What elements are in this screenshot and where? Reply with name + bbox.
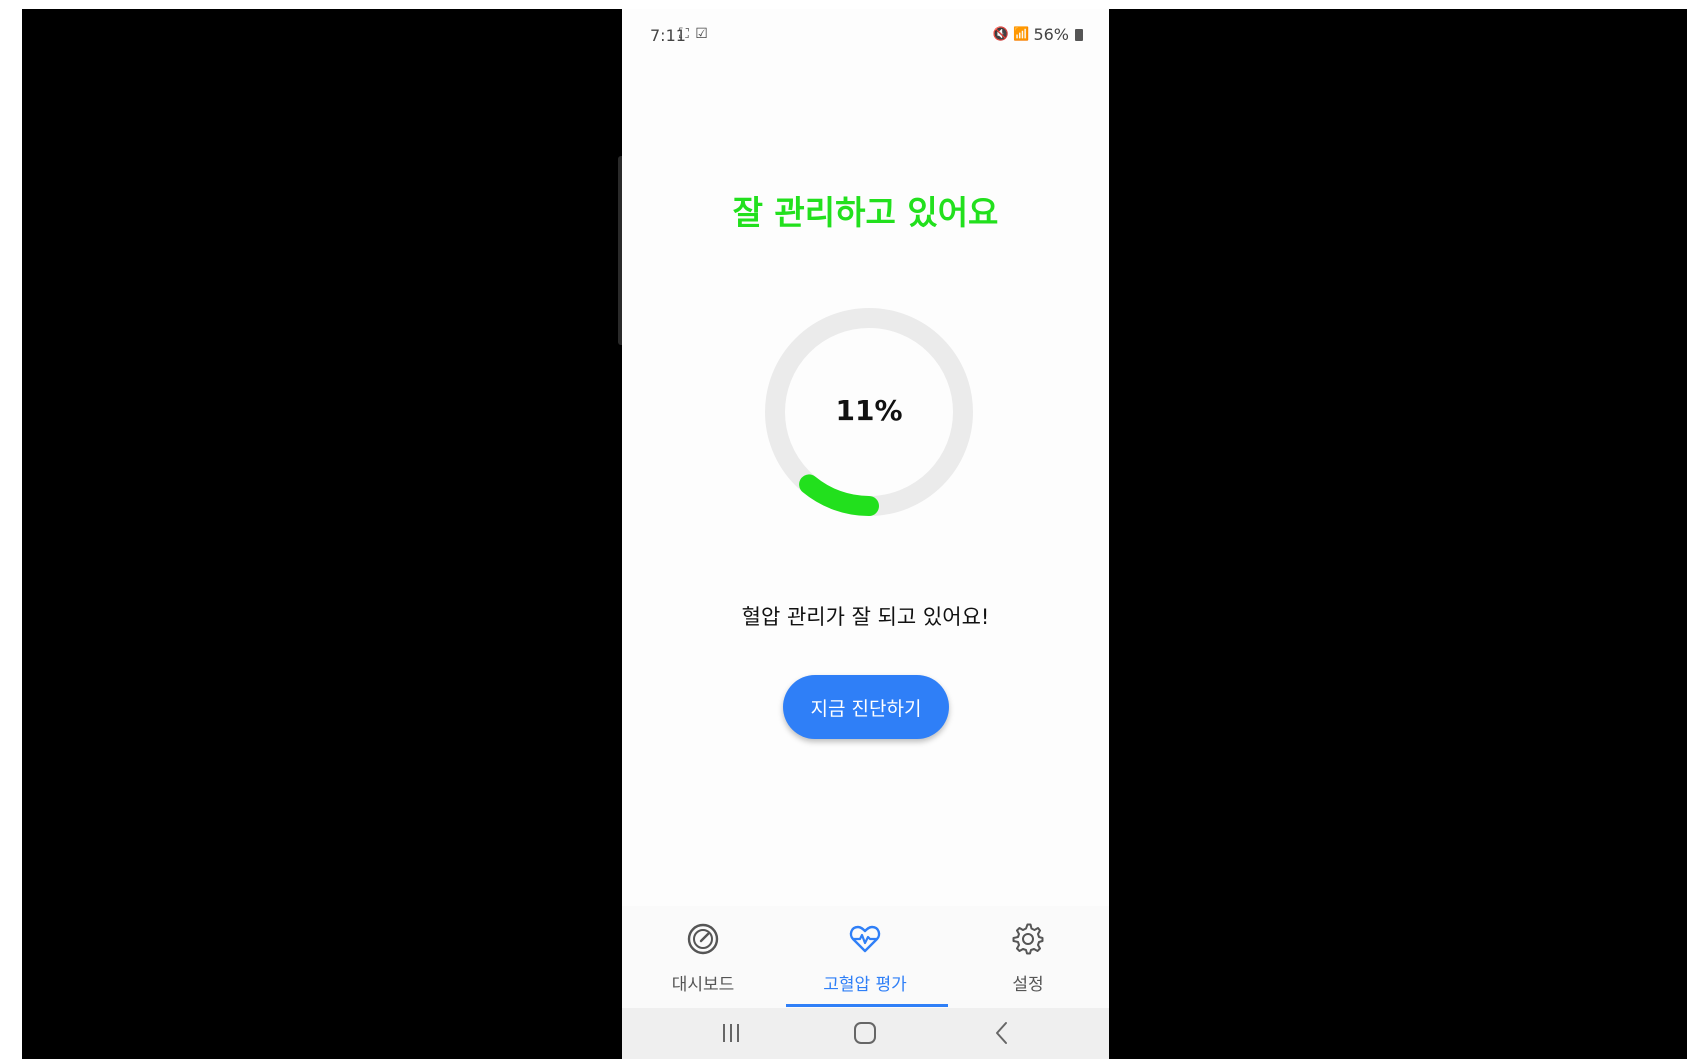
- phone-screen: 7:11 ⛶ ☑ 🔇 📶 56% 잘 관리하고 있어요 11% 혈압 관리가 잘…: [622, 9, 1109, 1059]
- nav-label-assessment: 고혈압 평가: [823, 975, 907, 995]
- signal-icons: 🔇 📶: [992, 27, 1030, 42]
- nav-tab-dashboard[interactable]: 대시보드: [622, 906, 784, 1008]
- system-navigation-bar: [622, 1008, 1109, 1059]
- gear-icon: [1012, 923, 1044, 955]
- battery-icon: [1075, 28, 1083, 41]
- notification-icons: ⛶ ☑: [679, 26, 709, 42]
- gauge-percent: 11%: [835, 394, 903, 427]
- active-tab-indicator: [786, 1004, 948, 1007]
- nav-label-dashboard: 대시보드: [671, 975, 735, 995]
- recents-icon[interactable]: [718, 1020, 744, 1046]
- nav-tab-hypertension-assessment[interactable]: 고혈압 평가: [784, 906, 946, 1008]
- gauge-icon: [687, 923, 719, 955]
- diagnose-now-button[interactable]: 지금 진단하기: [783, 675, 949, 739]
- bottom-navigation: 대시보드 고혈압 평가 설정: [622, 906, 1109, 1008]
- status-message: 혈압 관리가 잘 되고 있어요!: [741, 605, 990, 629]
- heart-pulse-icon: [849, 925, 881, 953]
- gauge-progress-arc: [799, 474, 879, 516]
- status-bar: 7:11 ⛶ ☑ 🔇 📶 56%: [622, 9, 1109, 61]
- back-icon[interactable]: [989, 1020, 1015, 1046]
- status-headline: 잘 관리하고 있어요: [732, 193, 999, 232]
- home-icon[interactable]: [852, 1020, 878, 1046]
- nav-tab-settings[interactable]: 설정: [947, 906, 1109, 1008]
- status-right: 🔇 📶 56%: [993, 25, 1083, 44]
- nav-label-settings: 설정: [1012, 975, 1044, 995]
- battery-percent: 56%: [1033, 25, 1069, 44]
